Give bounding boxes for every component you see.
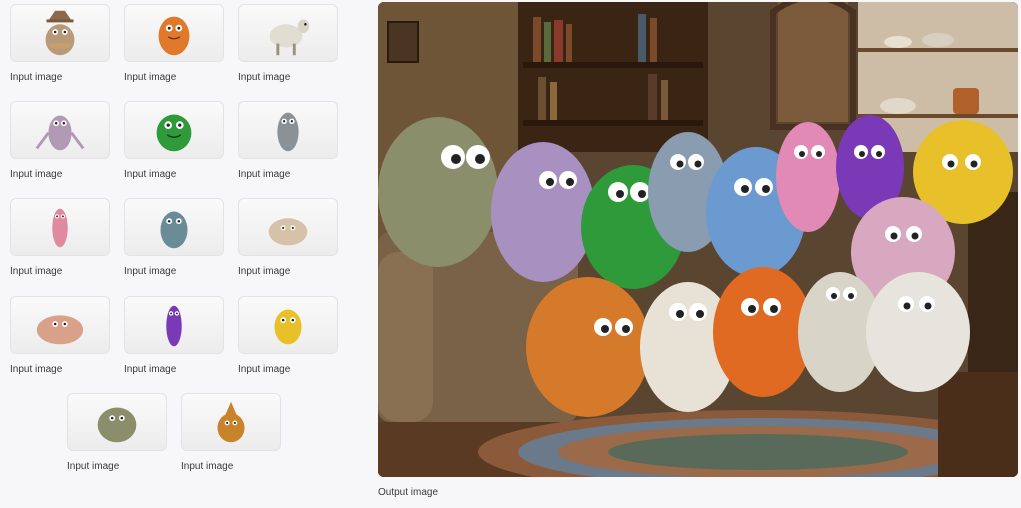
scarecrow-monster-icon — [45, 10, 75, 56]
input-thumbnail[interactable] — [10, 4, 110, 62]
input-caption: Input image — [238, 72, 291, 83]
input-thumbnail[interactable] — [124, 198, 224, 256]
input-thumbnail[interactable] — [238, 101, 338, 159]
input-caption: Input image — [238, 169, 291, 180]
pink-monster-icon — [52, 208, 68, 248]
input-caption: Input image — [124, 169, 177, 180]
olive-monster-icon — [97, 407, 137, 443]
peach-monster-icon — [36, 315, 84, 345]
teal-monster-icon — [160, 211, 188, 249]
output-caption: Output image — [378, 487, 439, 498]
input-caption: Input image — [124, 364, 177, 375]
input-thumbnail[interactable] — [67, 393, 167, 451]
purple-monster-icon — [166, 305, 182, 347]
input-caption: Input image — [10, 266, 63, 277]
monster-group-scene-image — [378, 2, 1018, 477]
input-thumbnail[interactable] — [10, 101, 110, 159]
input-thumbnail[interactable] — [124, 4, 224, 62]
input-caption: Input image — [238, 364, 291, 375]
input-thumbnail[interactable] — [238, 4, 338, 62]
input-thumbnail[interactable] — [238, 296, 338, 354]
yellow-monster-icon — [274, 309, 302, 345]
input-thumbnail[interactable] — [181, 393, 281, 451]
lilac-monster-icon — [35, 115, 85, 151]
input-caption: Input image — [238, 266, 291, 277]
input-caption: Input image — [181, 461, 234, 472]
green-monster-icon — [156, 114, 192, 152]
input-caption: Input image — [10, 72, 63, 83]
gray-monster-icon — [277, 112, 299, 152]
orange-monster-icon — [158, 16, 190, 56]
beige-fluff-icon — [268, 218, 308, 246]
input-caption: Input image — [124, 72, 177, 83]
input-thumbnail[interactable] — [238, 198, 338, 256]
input-thumbnail[interactable] — [10, 296, 110, 354]
input-thumbnail[interactable] — [124, 296, 224, 354]
input-thumbnail[interactable] — [124, 101, 224, 159]
input-caption: Input image — [10, 169, 63, 180]
sheep-icon — [269, 19, 310, 56]
input-caption: Input image — [124, 266, 177, 277]
input-thumbnail[interactable] — [10, 198, 110, 256]
amber-monster-icon — [217, 401, 245, 443]
output-image[interactable] — [378, 2, 1018, 477]
input-caption: Input image — [67, 461, 120, 472]
input-caption: Input image — [10, 364, 63, 375]
